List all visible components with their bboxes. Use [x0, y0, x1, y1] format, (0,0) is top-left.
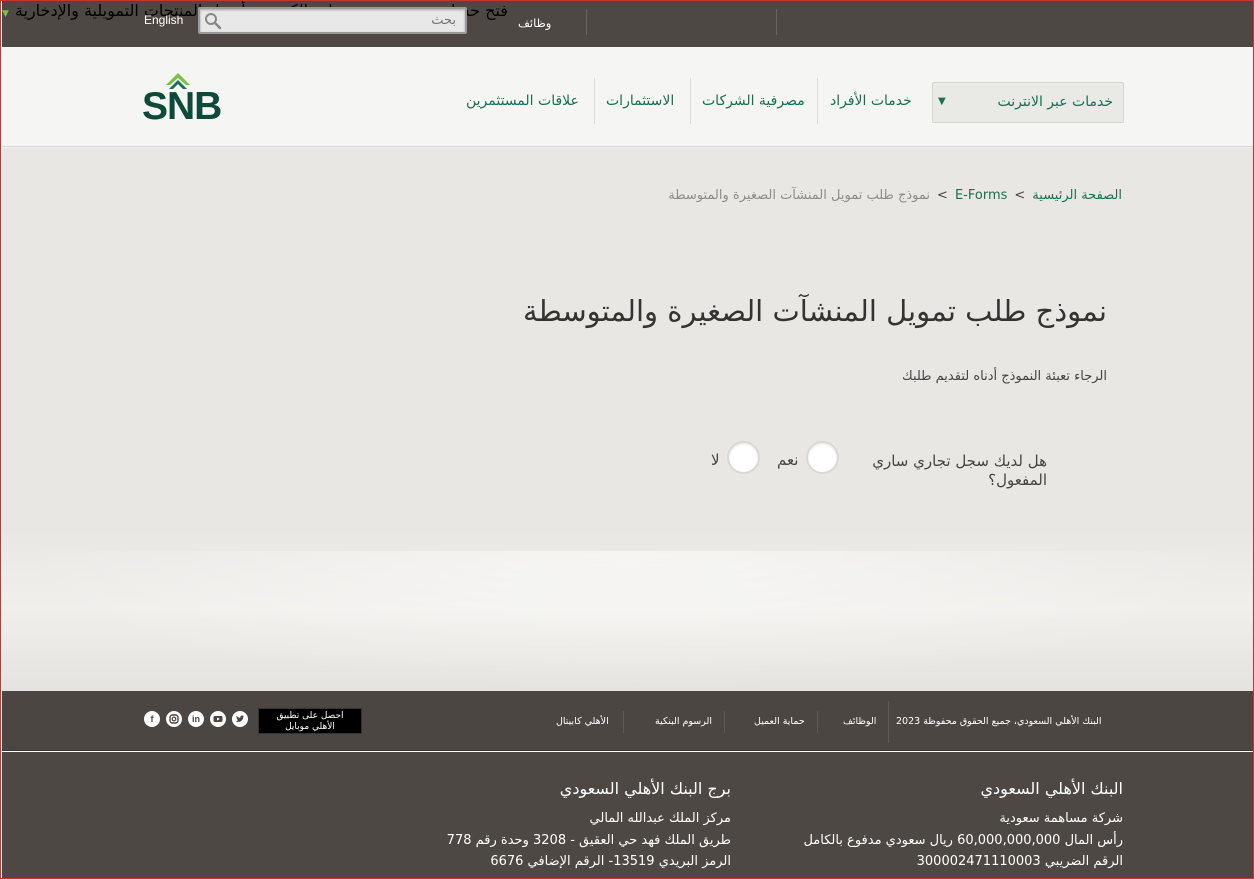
address-tower: برج البنك الأهلي السعودي مركز الملك عبدا… — [447, 779, 731, 873]
page-frame: English وظائف ▼فتح حساب من نحن ▼خدمات إل… — [0, 0, 1254, 879]
radio-yes[interactable] — [806, 441, 839, 474]
snb-logo[interactable]: SNB — [142, 63, 256, 121]
footer-divider — [724, 711, 725, 733]
address-bank-line: الرقم الضريبي 300002471110003 — [916, 854, 1123, 869]
footer-address-area: البنك الأهلي السعودي شركة مساهمة سعودية … — [2, 752, 1253, 878]
nav-divider — [594, 78, 595, 124]
form-intro-text: الرجاء تعبئة النموذج أدناه لتقديم طلبك — [901, 369, 1107, 384]
top-bar: English وظائف ▼فتح حساب من نحن ▼خدمات إل… — [2, 1, 1253, 47]
breadcrumb-eforms[interactable]: E-Forms — [955, 188, 1007, 203]
breadcrumb-home[interactable]: الصفحة الرئيسية — [1032, 188, 1122, 203]
breadcrumb-separator: > — [1014, 188, 1026, 203]
linkedin-icon[interactable]: in — [188, 711, 204, 727]
twitter-icon[interactable] — [232, 711, 248, 727]
address-tower-title: برج البنك الأهلي السعودي — [559, 779, 731, 798]
address-tower-line: مركز الملك عبدالله المالي — [589, 811, 731, 826]
address-bank-line: رأس المال 60,000,000,000 ريال سعودي مدفو… — [803, 832, 1123, 848]
app-button-line2: الأهلي موبايل — [285, 722, 335, 732]
nav-personal[interactable]: خدمات الأفراد — [830, 93, 912, 109]
app-button-line1: احصل على تطبيق — [276, 711, 344, 721]
breadcrumb-current: نموذج طلب تمويل المنشآت الصغيرة والمتوسط… — [668, 188, 931, 203]
instagram-icon[interactable] — [166, 711, 182, 727]
main-content: الصفحة الرئيسية > E-Forms > نموذج طلب تمويل … — [2, 148, 1253, 691]
footer-divider — [888, 701, 889, 743]
footer-link-consumer-protection[interactable]: حماية العميل — [754, 716, 805, 727]
nav-corporate[interactable]: مصرفية الشركات — [702, 93, 805, 109]
address-tower-line: طريق الملك فهد حي العقيق - 3208 وحدة رقم… — [446, 832, 731, 848]
main-header: SNB علاقات المستثمرين الاستثمارات مصرفية… — [2, 47, 1253, 147]
search-input[interactable] — [224, 10, 460, 31]
language-switch-link[interactable]: English — [144, 13, 183, 27]
search-box[interactable] — [198, 7, 467, 34]
radio-yes-label[interactable]: نعم — [777, 451, 798, 469]
online-services-dropdown[interactable]: ▼ خدمات عبر الانترنت — [932, 82, 1124, 123]
chevron-down-icon: ▼ — [938, 96, 946, 107]
footer-divider — [623, 711, 624, 733]
nav-investor-relations[interactable]: علاقات المستثمرين — [466, 93, 579, 109]
radio-no-label[interactable]: لا — [711, 451, 720, 469]
footer-divider — [817, 711, 818, 733]
address-bank-title: البنك الأهلي السعودي — [980, 779, 1124, 798]
nav-divider — [690, 78, 691, 124]
footer-link-jobs[interactable]: الوظائف — [843, 716, 876, 727]
radio-no[interactable] — [727, 441, 760, 474]
mobile-app-button[interactable]: احصل على تطبيق الأهلي موبايل — [258, 708, 362, 734]
nav-investments[interactable]: الاستثمارات — [606, 93, 674, 109]
breadcrumb-separator: > — [937, 188, 948, 203]
footer-link-fees[interactable]: الرسوم البنكية — [655, 716, 712, 727]
top-divider — [776, 9, 777, 35]
address-tower-line: الرمز البريدي 13519- الرقم الإضافي 6676 — [490, 854, 731, 869]
breadcrumb: الصفحة الرئيسية > E-Forms > نموذج طلب تمويل … — [668, 188, 1122, 203]
dropdown-arrow-icon: ▼ — [2, 9, 9, 19]
facebook-icon[interactable]: f — [144, 711, 160, 727]
footer-copyright: البنك الأهلي السعودي، جميع الحقوق محفوظة… — [896, 716, 1102, 727]
youtube-icon[interactable] — [210, 711, 226, 727]
top-divider — [586, 9, 587, 35]
footer-bar: f in احصل على تطبيق الأهلي موبايل الأهلي… — [2, 691, 1253, 751]
footer-link-capital[interactable]: الأهلي كابيتال — [556, 716, 609, 727]
address-bank: البنك الأهلي السعودي شركة مساهمة سعودية … — [803, 779, 1123, 873]
logo-text: SNB — [142, 85, 221, 121]
nav-divider — [817, 78, 818, 124]
online-services-label: خدمات عبر الانترنت — [997, 94, 1113, 110]
address-bank-line: شركة مساهمة سعودية — [999, 811, 1123, 826]
top-link-jobs[interactable]: وظائف — [518, 16, 551, 30]
search-icon[interactable] — [204, 12, 222, 30]
page-title: نموذج طلب تمويل المنشآت الصغيرة والمتوسط… — [523, 294, 1107, 328]
cr-question-label: هل لديك سجل تجاري ساري المفعول؟ — [872, 452, 1047, 489]
